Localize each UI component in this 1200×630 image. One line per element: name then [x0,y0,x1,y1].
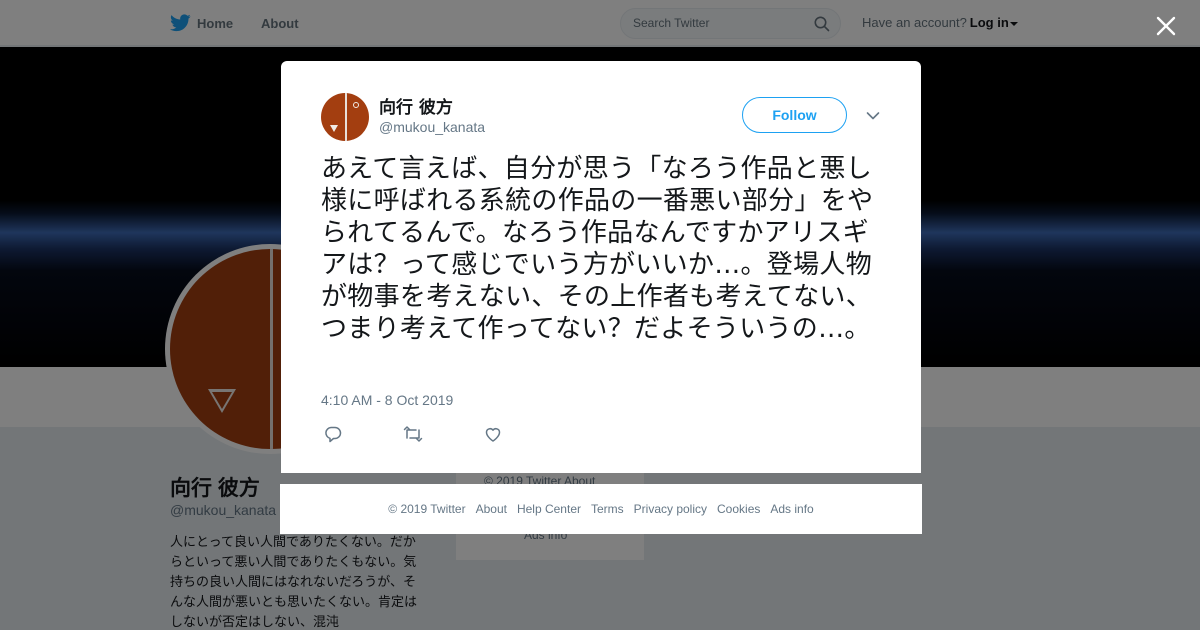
follow-button[interactable]: Follow [742,97,847,133]
like-icon[interactable] [483,424,503,444]
retweet-icon[interactable] [403,424,423,444]
tweet-timestamp[interactable]: 4:10 AM - 8 Oct 2019 [321,392,453,408]
footer-about-link[interactable]: About [476,502,507,516]
footer-copyright: © 2019 Twitter [388,502,466,516]
modal-footer: © 2019 Twitter About Help Center Terms P… [280,484,922,534]
footer-help-link[interactable]: Help Center [517,502,581,516]
footer-privacy-link[interactable]: Privacy policy [634,502,707,516]
avatar[interactable] [321,93,369,141]
reply-icon[interactable] [323,424,343,444]
tweet-author-name[interactable]: 向行 彼方 [379,93,453,118]
tweet-author-handle[interactable]: @mukou_kanata [379,119,485,135]
footer-ads-link[interactable]: Ads info [770,502,813,516]
tweet-modal: 向行 彼方 @mukou_kanata Follow あえて言えば、自分が思う「… [281,61,921,473]
close-icon[interactable] [1150,10,1180,40]
tweet-text: あえて言えば、自分が思う「なろう作品と悪し様に呼ばれる系統の作品の一番悪い部分」… [321,154,874,344]
footer-cookies-link[interactable]: Cookies [717,502,760,516]
footer-terms-link[interactable]: Terms [591,502,624,516]
chevron-down-icon[interactable] [866,111,880,121]
